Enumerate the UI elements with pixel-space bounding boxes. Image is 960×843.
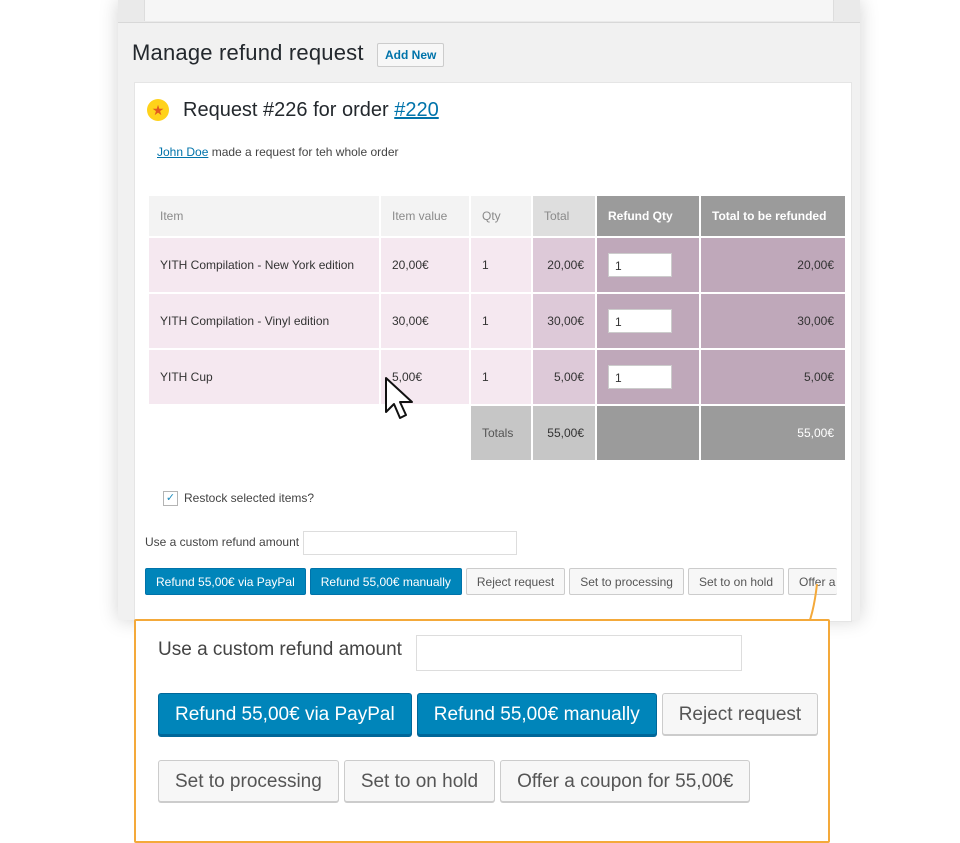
zoom-custom-amount-label: Use a custom refund amount <box>158 639 402 660</box>
zoom-reject-request-button[interactable]: Reject request <box>661 693 819 735</box>
request-description-text: made a request for teh whole order <box>208 145 399 159</box>
table-row: YITH Compilation - Vinyl edition 30,00€ … <box>149 294 845 348</box>
order-link[interactable]: #220 <box>394 99 439 121</box>
refund-qty-cell: 1 <box>597 294 699 348</box>
zoom-action-row-2: Set to processing Set to on hold Offer a… <box>158 760 751 802</box>
items-table: Item Item value Qty Total Refund Qty Tot… <box>147 194 847 462</box>
refund-total: 5,00€ <box>701 350 845 404</box>
refund-qty-input[interactable]: 1 <box>608 253 672 277</box>
item-total: 20,00€ <box>533 238 595 292</box>
item-qty: 1 <box>471 350 531 404</box>
request-description: John Doe made a request for teh whole or… <box>157 145 398 159</box>
customer-link[interactable]: John Doe <box>157 145 208 159</box>
item-qty: 1 <box>471 238 531 292</box>
item-name: YITH Cup <box>149 350 379 404</box>
custom-amount-row: Use a custom refund amount <box>145 531 518 555</box>
admin-panel: Manage refund request Add New ★ Request … <box>118 0 860 622</box>
zoom-offer-coupon-button[interactable]: Offer a coupon for 55,00€ <box>500 760 751 802</box>
zoom-refund-paypal-button[interactable]: Refund 55,00€ via PayPal <box>158 693 412 735</box>
refund-qty-cell: 1 <box>597 238 699 292</box>
col-header-qty: Qty <box>471 196 531 236</box>
mouse-cursor-icon <box>385 377 413 419</box>
custom-amount-label: Use a custom refund amount <box>145 535 300 550</box>
col-header-item: Item <box>149 196 379 236</box>
zoom-refund-manually-button[interactable]: Refund 55,00€ manually <box>416 693 657 735</box>
col-header-total-refunded: Total to be refunded <box>701 196 845 236</box>
refund-qty-cell: 1 <box>597 350 699 404</box>
request-title: Request #226 for order #220 <box>183 99 439 122</box>
restock-label: Restock selected items? <box>184 491 315 505</box>
request-title-text: Request #226 for order <box>183 99 395 121</box>
add-new-button[interactable]: Add New <box>377 43 445 67</box>
totals-refund-value: 55,00€ <box>701 406 845 460</box>
item-qty: 1 <box>471 294 531 348</box>
zoomed-actions-callout: Use a custom refund amount Refund 55,00€… <box>134 619 830 843</box>
set-processing-button[interactable]: Set to processing <box>569 568 684 595</box>
item-value: 30,00€ <box>381 294 469 348</box>
table-row: YITH Cup 5,00€ 1 5,00€ 1 5,00€ <box>149 350 845 404</box>
zoom-set-processing-button[interactable]: Set to processing <box>158 760 339 802</box>
zoom-action-row-1: Refund 55,00€ via PayPal Refund 55,00€ m… <box>158 693 819 735</box>
totals-label: Totals <box>471 406 531 460</box>
zoom-set-on-hold-button[interactable]: Set to on hold <box>343 760 496 802</box>
table-header-row: Item Item value Qty Total Refund Qty Tot… <box>149 196 845 236</box>
item-value: 20,00€ <box>381 238 469 292</box>
item-total: 5,00€ <box>533 350 595 404</box>
refund-total: 30,00€ <box>701 294 845 348</box>
refund-paypal-button[interactable]: Refund 55,00€ via PayPal <box>145 568 306 595</box>
refund-qty-input[interactable]: 1 <box>608 309 672 333</box>
col-header-total: Total <box>533 196 595 236</box>
action-buttons: Refund 55,00€ via PayPal Refund 55,00€ m… <box>145 568 838 595</box>
col-header-refund-qty: Refund Qty <box>597 196 699 236</box>
item-name: YITH Compilation - New York edition <box>149 238 379 292</box>
col-header-item-value: Item value <box>381 196 469 236</box>
page-title: Manage refund request <box>132 40 364 65</box>
restock-option[interactable]: ✓ Restock selected items? <box>163 491 315 507</box>
refund-manually-button[interactable]: Refund 55,00€ manually <box>309 568 462 595</box>
top-strip <box>118 0 860 23</box>
custom-amount-input[interactable] <box>303 531 518 555</box>
item-name: YITH Compilation - Vinyl edition <box>149 294 379 348</box>
reject-request-button[interactable]: Reject request <box>465 568 566 595</box>
refund-qty-input[interactable]: 1 <box>608 365 672 389</box>
request-card: ★ Request #226 for order #220 John Doe m… <box>134 82 852 622</box>
refund-total: 20,00€ <box>701 238 845 292</box>
restock-checkbox[interactable]: ✓ <box>163 491 178 507</box>
zoom-custom-amount-input[interactable] <box>416 635 742 671</box>
item-total: 30,00€ <box>533 294 595 348</box>
totals-row: Totals 55,00€ 55,00€ <box>149 406 845 460</box>
table-row: YITH Compilation - New York edition 20,0… <box>149 238 845 292</box>
totals-value: 55,00€ <box>533 406 595 460</box>
star-icon: ★ <box>147 99 169 121</box>
